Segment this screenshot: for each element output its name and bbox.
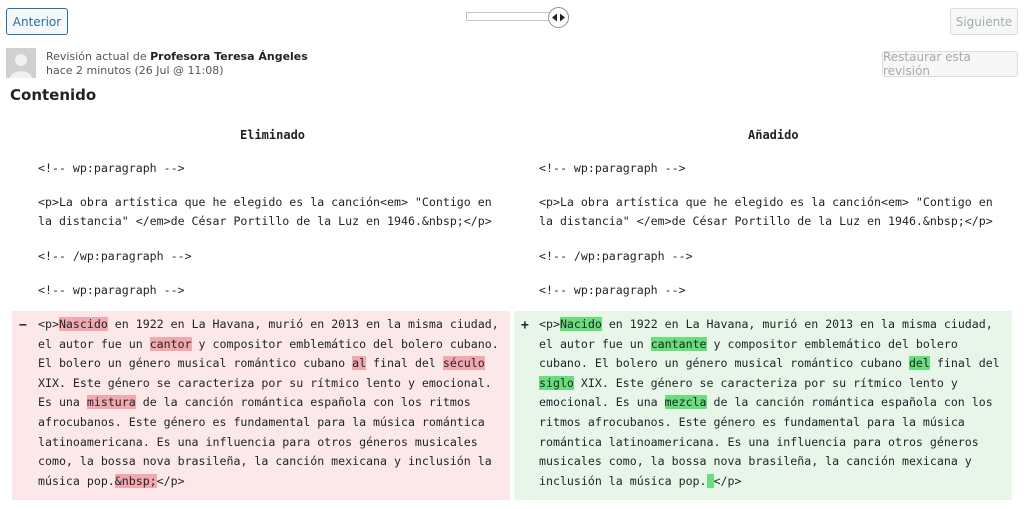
diff-text: <p> [38, 317, 59, 331]
added-word [706, 473, 714, 488]
diff-text: y compositor emblemático del bolero cuba… [191, 336, 499, 351]
diff-text: inclusión la música pop. [539, 473, 707, 488]
diff-line: ritmos afrocubanos. Este género es funda… [539, 413, 1000, 433]
diff-text: <p> [539, 317, 560, 331]
diff-text: en 1922 en La Havana, murió en 2013 en l… [601, 317, 993, 331]
diff-line: latinoamericana. Es una influencia para … [38, 433, 499, 453]
next-button[interactable]: Siguiente [950, 8, 1018, 35]
added-word: siglo [539, 375, 574, 390]
diff-line: el autor fue un cantante y compositor em… [539, 335, 1000, 355]
added-word: mezcla [664, 395, 707, 410]
diff-text: musicales como, la bossa nova brasileña,… [539, 454, 972, 469]
diff-text: como, la bossa nova brasileña, la canció… [38, 454, 492, 469]
removed-word: cantor [149, 336, 192, 351]
added-lines: <p>Nacido en 1922 en La Havana, murió en… [539, 315, 1000, 491]
diff-text: el autor fue un [539, 336, 651, 351]
diff-line: siglo XIX. Este género se caracteriza po… [539, 374, 1000, 394]
diff-line: El bolero un género musical romántico cu… [38, 354, 499, 374]
removed-word: mistura [86, 395, 136, 410]
diff-text: latinoamericana. Es una influencia para … [38, 434, 478, 449]
diff-line: musicales como, la bossa nova brasileña,… [539, 452, 1000, 472]
arrows-left-right-icon [552, 13, 565, 22]
diff-text: romántica latinoamericana. Es una influe… [539, 434, 979, 449]
diff-text: final del [366, 356, 443, 371]
diff-text: en 1922 en La Havana, murió en 2013 en l… [107, 317, 499, 331]
diff-text: de la canción romántica española con los… [135, 395, 471, 410]
previous-button[interactable]: Anterior [6, 8, 68, 35]
revision-time: hace 2 minutos (26 Jul @ 11:08) [46, 64, 224, 77]
diff-text: final del [929, 356, 1000, 371]
diff-text: Es una [38, 395, 87, 410]
diff-line: XIX. Este género se caracteriza por su r… [38, 374, 499, 394]
diff-text: de la canción romántica española con los [706, 395, 993, 410]
diff-line: <p>Nascido en 1922 en La Havana, murió e… [38, 315, 499, 335]
diff-text: afrocubanos. Este género es fundamental … [38, 414, 485, 429]
diff-line: afrocubanos. Este género es fundamental … [38, 413, 499, 433]
avatar [6, 48, 36, 78]
user-avatar-icon [6, 48, 36, 78]
removed-word: século [442, 356, 485, 371]
diff-line: cubano. El bolero un género musical romá… [539, 354, 1000, 374]
diff-line: Es una mistura de la canción romántica e… [38, 393, 499, 413]
removed-word: &nbsp; [114, 473, 157, 488]
diff-line: emocional. Es una mezcla de la canción r… [539, 393, 1000, 413]
revision-author-line: Revisión actual de Profesora Teresa Ánge… [46, 50, 308, 64]
revision-slider-track[interactable] [466, 12, 556, 21]
added-word: Nacido [559, 317, 602, 331]
context-line: <p>La obra artística que he elegido es l… [38, 195, 492, 209]
diff-line: el autor fue un cantor y compositor embl… [38, 335, 499, 355]
revision-meta: Revisión actual de Profesora Teresa Ánge… [46, 50, 308, 78]
diff-line: romántica latinoamericana. Es una influe… [539, 433, 1000, 453]
diff-text: </p> [156, 473, 185, 488]
revision-author: Profesora Teresa Ángeles [150, 50, 308, 63]
diff-text: XIX. Este género se caracteriza por su r… [38, 375, 492, 390]
added-column-header: Añadido [748, 128, 799, 142]
revision-prefix: Revisión actual de [46, 50, 151, 63]
revision-slider-handle[interactable] [548, 7, 569, 28]
diff-text: </p> [713, 473, 742, 488]
removed-column-header: Eliminado [240, 128, 306, 142]
added-sign: + [521, 318, 529, 333]
added-word: cantante [650, 336, 707, 351]
diff-text: El bolero un género musical romántico cu… [38, 356, 353, 371]
removed-word: Nascido [58, 317, 108, 331]
context-line: <!-- wp:paragraph --> [38, 161, 185, 175]
section-title: Contenido [10, 86, 97, 104]
diff-text: el autor fue un [38, 336, 150, 351]
diff-text: emocional. Es una [539, 395, 665, 410]
diff-line: como, la bossa nova brasileña, la canció… [38, 452, 499, 472]
removed-sign: − [19, 318, 27, 333]
diff-text: música pop. [38, 473, 115, 488]
context-line: <!-- wp:paragraph --> [539, 161, 686, 175]
added-word: del [908, 356, 930, 371]
restore-revision-button[interactable]: Restaurar esta revisión [882, 50, 1018, 78]
context-line: <!-- wp:paragraph --> [539, 283, 686, 297]
diff-text: ritmos afrocubanos. Este género es funda… [539, 414, 965, 429]
diff-line: <p>Nacido en 1922 en La Havana, murió en… [539, 315, 1000, 335]
context-line: la distancia" </em>de César Portillo de … [38, 214, 492, 228]
revisions-toolbar: Anterior Siguiente [0, 0, 1024, 44]
diff-line: música pop.&nbsp;</p> [38, 472, 499, 492]
context-line: <!-- /wp:paragraph --> [38, 249, 192, 263]
diff-text: y compositor emblemático del bolero [706, 336, 958, 351]
removed-word: al [352, 356, 367, 371]
removed-lines: <p>Nascido en 1922 en La Havana, murió e… [38, 315, 499, 491]
context-line: <!-- /wp:paragraph --> [539, 249, 693, 263]
context-line: <!-- wp:paragraph --> [38, 283, 185, 297]
diff-text: XIX. Este género se caracteriza por su r… [573, 375, 958, 390]
diff-text: cubano. El bolero un género musical romá… [539, 356, 909, 371]
context-line: <p>La obra artística que he elegido es l… [539, 195, 993, 209]
context-line: la distancia" </em>de César Portillo de … [539, 214, 993, 228]
diff-line: inclusión la música pop. </p> [539, 472, 1000, 492]
